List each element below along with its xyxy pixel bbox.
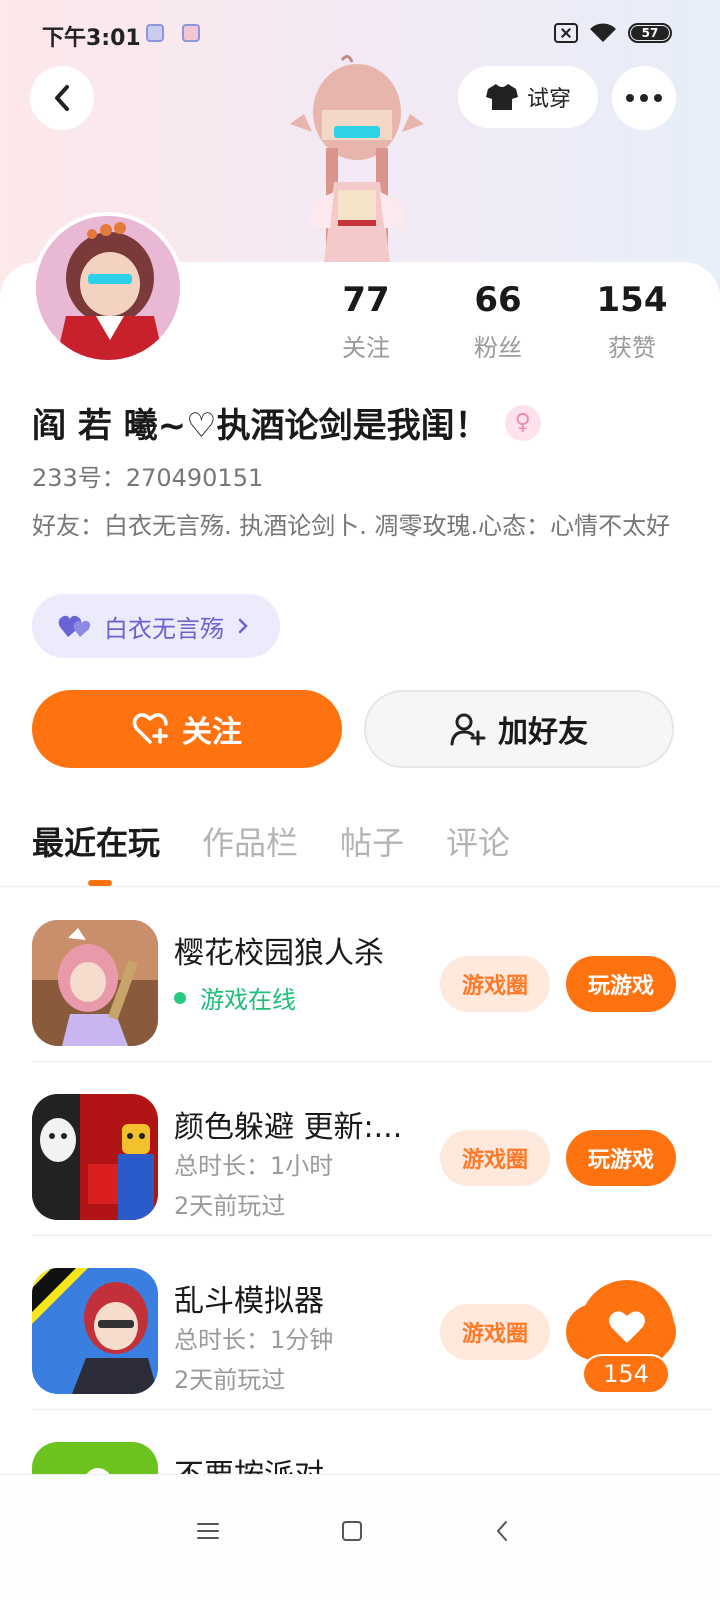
profile-uid: 233号：270490151 bbox=[32, 464, 264, 492]
back-button[interactable] bbox=[30, 66, 94, 130]
game-icon[interactable] bbox=[32, 1442, 158, 1474]
stat-following[interactable]: 77 关注 bbox=[306, 278, 426, 363]
tab-recently-played[interactable]: 最近在玩 bbox=[32, 818, 160, 878]
play-game-button[interactable]: 玩游戏 bbox=[566, 956, 676, 1012]
chevron-right-icon bbox=[238, 618, 248, 634]
avatar[interactable] bbox=[32, 212, 184, 364]
system-navigation-bar bbox=[0, 1474, 720, 1600]
game-thumbnail bbox=[32, 920, 158, 1046]
back-nav-button[interactable] bbox=[478, 1507, 526, 1555]
game-thumbnail bbox=[32, 1268, 158, 1394]
follow-button[interactable]: 关注 bbox=[32, 690, 342, 768]
like-count: 154 bbox=[582, 1354, 670, 1394]
tab-comments[interactable]: 评论 bbox=[446, 818, 510, 878]
female-gender-icon: ♀ bbox=[504, 404, 541, 441]
stat-value: 154 bbox=[596, 280, 668, 320]
game-thumbnail bbox=[32, 1094, 158, 1220]
game-playtime: 总时长：1分钟 bbox=[174, 1326, 334, 1354]
home-nav-button[interactable] bbox=[328, 1507, 376, 1555]
add-user-icon bbox=[450, 713, 486, 746]
stat-likes[interactable]: 154 获赞 bbox=[572, 278, 692, 363]
add-friend-label: 加好友 bbox=[498, 715, 588, 750]
profile-name: 阎 若 曦~♡执酒论剑是我闺！ bbox=[32, 406, 489, 446]
game-status-text: 游戏在线 bbox=[200, 986, 296, 1014]
game-circle-button[interactable]: 游戏圈 bbox=[440, 956, 550, 1012]
game-icon[interactable] bbox=[32, 1094, 158, 1220]
name-row: 阎 若 曦~♡执酒论剑是我闺！ ♀ bbox=[32, 398, 541, 447]
tab-works[interactable]: 作品栏 bbox=[202, 818, 298, 878]
stat-label: 关注 bbox=[342, 334, 390, 362]
heart-icon bbox=[609, 1311, 645, 1343]
profile-tabs: 最近在玩 作品栏 帖子 评论 bbox=[32, 818, 510, 878]
heart-plus-icon bbox=[132, 713, 168, 744]
tab-posts[interactable]: 帖子 bbox=[340, 818, 404, 878]
back-arrow-icon bbox=[497, 1521, 507, 1541]
wifi-icon bbox=[590, 23, 616, 42]
game-title: 樱花校园狼人杀 bbox=[174, 936, 384, 971]
no-sim-icon bbox=[554, 23, 578, 43]
follow-label: 关注 bbox=[182, 715, 242, 750]
more-button[interactable] bbox=[612, 66, 676, 130]
game-icon[interactable] bbox=[32, 920, 158, 1046]
game-title: 颜色躲避 更新:... bbox=[174, 1110, 403, 1145]
game-last-played: 2天前玩过 bbox=[174, 1366, 286, 1394]
game-thumbnail bbox=[32, 1442, 158, 1474]
game-circle-button[interactable]: 游戏圈 bbox=[440, 1304, 550, 1360]
menu-icon bbox=[197, 1523, 219, 1539]
battery-icon: 57 bbox=[628, 23, 672, 43]
online-dot-icon bbox=[174, 991, 186, 1004]
stat-label: 获赞 bbox=[608, 334, 656, 362]
game-row[interactable]: 颜色躲避 更新:... 总时长：1小时 2天前玩过 游戏圈 玩游戏 bbox=[32, 1062, 712, 1236]
divider bbox=[0, 886, 720, 887]
stat-fans[interactable]: 66 粉丝 bbox=[438, 278, 558, 363]
game-row[interactable]: 樱花校园狼人杀 游戏在线 游戏圈 玩游戏 bbox=[32, 888, 712, 1062]
close-friend-chip[interactable]: 白衣无言殇 bbox=[32, 594, 280, 658]
close-friend-name: 白衣无言殇 bbox=[104, 614, 224, 643]
add-friend-button[interactable]: 加好友 bbox=[364, 690, 674, 768]
status-time: 下午3:01 bbox=[42, 26, 141, 51]
menu-nav-button[interactable] bbox=[184, 1507, 232, 1555]
game-row[interactable]: 不要按派对 bbox=[32, 1410, 688, 1474]
game-playtime: 总时长：1小时 bbox=[174, 1152, 334, 1180]
more-dots-icon bbox=[626, 94, 662, 102]
game-icon[interactable] bbox=[32, 1268, 158, 1394]
stat-value: 66 bbox=[474, 280, 522, 320]
notification-app-icon bbox=[182, 24, 200, 42]
chevron-left-icon bbox=[55, 85, 69, 111]
avatar-image bbox=[36, 216, 180, 360]
double-heart-icon bbox=[58, 615, 91, 637]
shirt-icon bbox=[485, 84, 518, 110]
notification-app-icon bbox=[146, 24, 164, 42]
try-on-label: 试穿 bbox=[526, 87, 571, 112]
game-last-played: 2天前玩过 bbox=[174, 1192, 286, 1220]
game-title: 不要按派对 bbox=[174, 1450, 424, 1474]
dress-up-character-image bbox=[290, 55, 424, 262]
profile-bio: 好友：白衣无言殇. 执酒论剑卜. 凋零玫瑰.心态：心情不太好 bbox=[32, 512, 671, 540]
game-status: 游戏在线 bbox=[174, 980, 296, 1015]
stat-value: 77 bbox=[342, 280, 390, 320]
try-on-button[interactable]: 试穿 bbox=[458, 66, 598, 128]
play-game-button[interactable]: 玩游戏 bbox=[566, 1130, 676, 1186]
stat-label: 粉丝 bbox=[474, 334, 522, 362]
home-square-icon bbox=[342, 1521, 362, 1541]
battery-level: 57 bbox=[631, 26, 669, 40]
game-circle-button[interactable]: 游戏圈 bbox=[440, 1130, 550, 1186]
game-title: 乱斗模拟器 bbox=[174, 1284, 324, 1319]
